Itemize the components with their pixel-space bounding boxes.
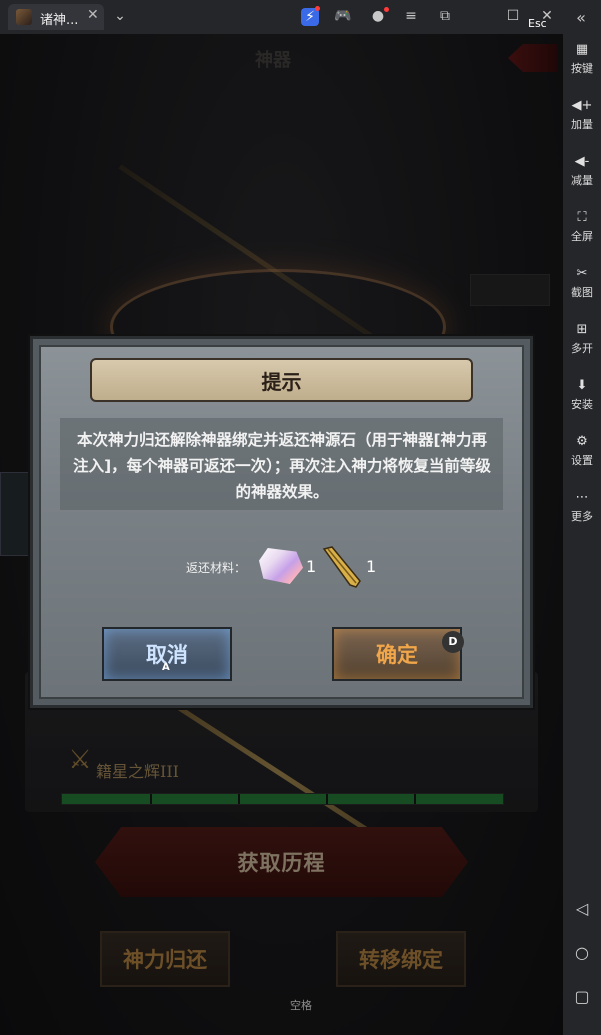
sidebar-item-label: 加量	[571, 118, 593, 131]
sidebar-item-keymap[interactable]: ▦ 按键	[563, 42, 601, 76]
boost-notification-badge	[315, 6, 320, 11]
fullscreen-icon: ⛶	[577, 210, 587, 225]
more-icon: ⋯	[575, 490, 589, 505]
sidebar-item-label: 安装	[571, 398, 593, 411]
maximize-icon[interactable]: ☐	[504, 8, 522, 24]
sidebar-item-label: 设置	[571, 454, 593, 467]
app-tab[interactable]: 诸神... ✕	[8, 4, 104, 30]
account-notification-badge	[384, 7, 389, 12]
dialog-title-banner: 提示	[90, 358, 473, 402]
sidebar-item-label: 多开	[571, 342, 593, 355]
tab-title: 诸神...	[40, 13, 79, 28]
sidebar-item-more[interactable]: ⋯ 更多	[563, 490, 601, 524]
cancel-key-hint: A	[162, 662, 170, 673]
install-apk-icon: ⬇	[576, 378, 588, 393]
tab-close-icon[interactable]: ✕	[87, 7, 99, 23]
collapse-sidebar-icon[interactable]: «	[572, 8, 590, 27]
restore-icon[interactable]: ⧉	[436, 8, 454, 24]
emulator-sidebar: ▦ 按键 ◀+ 加量 ◀- 减量 ⛶ 全屏 ✂ 截图 ⊞ 多开 ⬇ 安装 ⚙ 设…	[563, 34, 601, 1035]
materials-label: 返还材料：	[186, 561, 247, 575]
confirm-button[interactable]: 确定	[332, 627, 462, 681]
sidebar-item-label: 减量	[571, 174, 593, 187]
sidebar-item-volume-down[interactable]: ◀- 减量	[563, 154, 601, 188]
dialog-message: 本次神力归还解除神器绑定并返还神源石（用于神器[神力再注入]，每个神器可返还一次…	[73, 431, 491, 501]
tab-dropdown-icon[interactable]: ⌄	[111, 8, 129, 24]
window-titlebar: 诸神... ✕ ⌄ ⚡ 🎮 ● ≡ ⧉ ☐ ✕ «	[0, 0, 601, 34]
gamepad-icon[interactable]: 🎮	[334, 8, 352, 24]
sidebar-item-settings[interactable]: ⚙ 设置	[563, 434, 601, 468]
app-logo-icon	[16, 9, 32, 25]
feather-icon	[322, 546, 361, 588]
sidebar-item-screenshot[interactable]: ✂ 截图	[563, 266, 601, 300]
crystal-count: 1	[306, 557, 317, 576]
volume-up-icon: ◀+	[571, 98, 593, 113]
volume-down-icon: ◀-	[574, 154, 590, 169]
keyboard-icon: ▦	[575, 42, 589, 57]
esc-key-label: Esc	[528, 17, 547, 30]
nav-recents-icon[interactable]: ▢	[573, 988, 591, 1006]
nav-back-icon[interactable]: ◁	[573, 900, 591, 918]
sidebar-item-label: 截图	[571, 286, 593, 299]
sidebar-item-label: 更多	[571, 510, 593, 523]
menu-icon[interactable]: ≡	[402, 8, 420, 24]
sidebar-item-volume-up[interactable]: ◀+ 加量	[563, 98, 601, 132]
nav-home-icon[interactable]: ○	[573, 944, 591, 962]
sidebar-item-label: 按键	[571, 62, 593, 75]
sidebar-item-install[interactable]: ⬇ 安装	[563, 378, 601, 412]
sidebar-item-label: 全屏	[571, 230, 593, 243]
sidebar-item-multi-instance[interactable]: ⊞ 多开	[563, 322, 601, 356]
screenshot-icon: ✂	[576, 266, 588, 281]
multi-instance-icon: ⊞	[576, 322, 588, 337]
confirm-label: 确定	[376, 643, 418, 667]
feather-count: 1	[366, 557, 377, 576]
settings-icon: ⚙	[576, 434, 588, 449]
sidebar-item-fullscreen[interactable]: ⛶ 全屏	[563, 210, 601, 244]
dialog-title: 提示	[261, 369, 302, 394]
confirm-key-hint: D	[442, 631, 464, 653]
